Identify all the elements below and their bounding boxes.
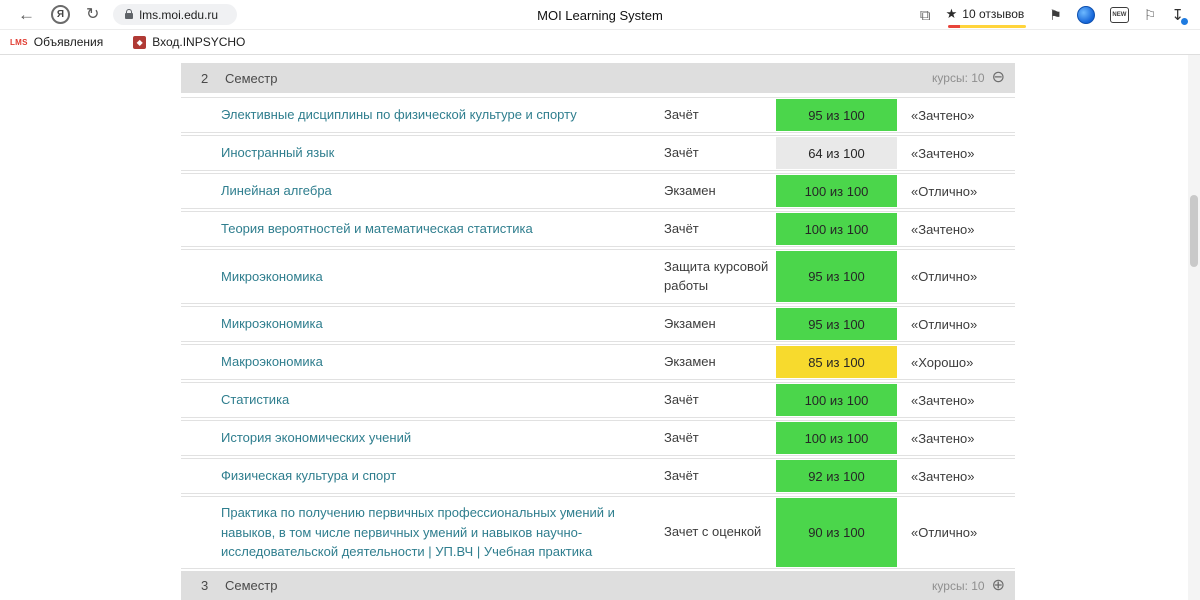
score-badge: 100 из 100	[776, 175, 897, 207]
exam-type: Зачет с оценкой	[664, 523, 762, 539]
score-badge: 95 из 100	[776, 251, 897, 302]
tabs-panel-icon[interactable]: ⧉	[920, 7, 931, 24]
courses-count-label: курсы: 10	[932, 71, 985, 85]
course-link[interactable]: Практика по получению первичных професси…	[221, 503, 664, 562]
back-icon[interactable]: ←	[18, 6, 35, 23]
course-link[interactable]: Физическая культура и спорт	[221, 466, 664, 486]
score-badge: 95 из 100	[776, 99, 897, 131]
exam-type: Зачёт	[664, 391, 699, 407]
grade-label: «Зачтено»	[911, 468, 975, 484]
lms-favicon: LMS	[10, 37, 28, 47]
semester-2-header: 2 Семестр курсы: 10 ⊖	[181, 63, 1015, 93]
semester-number: 3	[201, 578, 209, 593]
download-badge	[1180, 17, 1189, 26]
course-row: Макроэкономика Экзамен 85 из 100 «Хорошо…	[181, 344, 1015, 380]
vertical-scrollbar[interactable]	[1188, 55, 1200, 600]
score-badge: 100 из 100	[776, 422, 897, 454]
bookmark-label: Вход.INPSYCHO	[152, 35, 246, 49]
score-badge: 95 из 100	[776, 308, 897, 340]
inpsycho-favicon: ◆	[133, 35, 147, 49]
score-badge: 85 из 100	[776, 346, 897, 378]
score-badge: 92 из 100	[776, 460, 897, 492]
bookmarks-bar: LMS Объявления ◆ Вход.INPSYCHO	[0, 30, 1200, 55]
course-row: История экономических учений Зачёт 100 и…	[181, 420, 1015, 456]
exam-type: Зачёт	[664, 429, 699, 445]
bookmark-announcements[interactable]: LMS Объявления	[10, 35, 103, 49]
browser-logo-icon[interactable]: Я	[51, 5, 70, 24]
grade-label: «Зачтено»	[911, 221, 975, 237]
course-row: Иностранный язык Зачёт 64 из 100 «Зачтен…	[181, 135, 1015, 171]
course-row: Линейная алгебра Экзамен 100 из 100 «Отл…	[181, 173, 1015, 209]
course-row: Элективные дисциплины по физической куль…	[181, 97, 1015, 133]
lock-icon	[125, 9, 134, 19]
grade-label: «Отлично»	[911, 316, 978, 332]
course-link[interactable]: История экономических учений	[221, 428, 664, 448]
course-row: Микроэкономика Экзамен 95 из 100 «Отличн…	[181, 306, 1015, 342]
url-text: lms.moi.edu.ru	[139, 7, 219, 22]
course-link[interactable]: Иностранный язык	[221, 143, 664, 163]
course-link[interactable]: Статистика	[221, 390, 664, 410]
exam-type: Экзамен	[664, 353, 716, 369]
reviews-count-label: 10 отзывов	[962, 7, 1025, 21]
grade-label: «Зачтено»	[911, 430, 975, 446]
bookmark-flag-icon[interactable]: ⚑	[1049, 7, 1062, 24]
grades-table: 2 Семестр курсы: 10 ⊖ Элективные дисципл…	[181, 63, 1015, 600]
address-bar[interactable]: lms.moi.edu.ru	[113, 4, 238, 25]
collections-icon[interactable]: ⚐	[1144, 7, 1157, 24]
grade-label: «Зачтено»	[911, 145, 975, 161]
grade-label: «Отлично»	[911, 524, 978, 540]
course-row: Теория вероятностей и математическая ста…	[181, 211, 1015, 247]
course-link[interactable]: Теория вероятностей и математическая ста…	[221, 219, 664, 239]
exam-type: Защита курсовой работы	[664, 258, 769, 293]
grade-label: «Зачтено»	[911, 107, 975, 123]
course-link[interactable]: Микроэкономика	[221, 267, 664, 287]
courses-count-label: курсы: 10	[932, 578, 985, 593]
site-reviews[interactable]: ★ 10 отзывов	[945, 6, 1026, 28]
semester-title: Семестр	[225, 70, 278, 86]
course-link[interactable]: Элективные дисциплины по физической куль…	[221, 105, 664, 125]
downloads-icon[interactable]: ↧	[1171, 6, 1189, 26]
semester-number: 2	[201, 70, 209, 86]
grade-label: «Отлично»	[911, 269, 978, 284]
expand-icon[interactable]: ⊕	[992, 577, 1005, 594]
exam-type: Экзамен	[664, 315, 716, 331]
course-link[interactable]: Макроэкономика	[221, 352, 664, 372]
score-badge: 90 из 100	[776, 498, 897, 567]
extension-new-icon[interactable]: NEW	[1109, 7, 1129, 23]
reviews-underline	[947, 25, 1026, 28]
semester-3-header: 3 Семестр курсы: 10 ⊕	[181, 570, 1015, 600]
score-badge: 100 из 100	[776, 384, 897, 416]
course-row: Практика по получению первичных професси…	[181, 496, 1015, 569]
exam-type: Зачёт	[664, 467, 699, 483]
star-icon: ★	[945, 6, 958, 21]
grade-label: «Зачтено»	[911, 392, 975, 408]
grade-label: «Отлично»	[911, 183, 978, 199]
grade-label: «Хорошо»	[911, 354, 974, 370]
course-row: Статистика Зачёт 100 из 100 «Зачтено»	[181, 382, 1015, 418]
exam-type: Зачёт	[664, 144, 699, 160]
toolbar-right-cluster: ⧉ ★ 10 отзывов ⚑ NEW ⚐ ↧	[920, 0, 1189, 30]
course-row: Микроэкономика Защита курсовой работы 95…	[181, 249, 1015, 304]
extension-globe-icon[interactable]	[1076, 6, 1095, 24]
exam-type: Зачёт	[664, 220, 699, 236]
collapse-icon[interactable]: ⊖	[992, 70, 1005, 86]
scrollbar-thumb[interactable]	[1190, 195, 1198, 267]
exam-type: Зачёт	[664, 106, 699, 122]
browser-toolbar: ← Я ↻ lms.moi.edu.ru MOI Learning System…	[0, 0, 1200, 30]
bookmark-inpsycho[interactable]: ◆ Вход.INPSYCHO	[133, 35, 245, 49]
page-content: 2 Семестр курсы: 10 ⊖ Элективные дисципл…	[0, 55, 1188, 600]
score-badge: 100 из 100	[776, 213, 897, 245]
exam-type: Экзамен	[664, 182, 716, 198]
course-row: Физическая культура и спорт Зачёт 92 из …	[181, 458, 1015, 494]
score-badge: 64 из 100	[776, 137, 897, 169]
semester-title: Семестр	[225, 578, 278, 593]
course-link[interactable]: Микроэкономика	[221, 314, 664, 334]
refresh-icon[interactable]: ↻	[86, 6, 99, 23]
bookmark-label: Объявления	[33, 35, 104, 49]
course-link[interactable]: Линейная алгебра	[221, 181, 664, 201]
